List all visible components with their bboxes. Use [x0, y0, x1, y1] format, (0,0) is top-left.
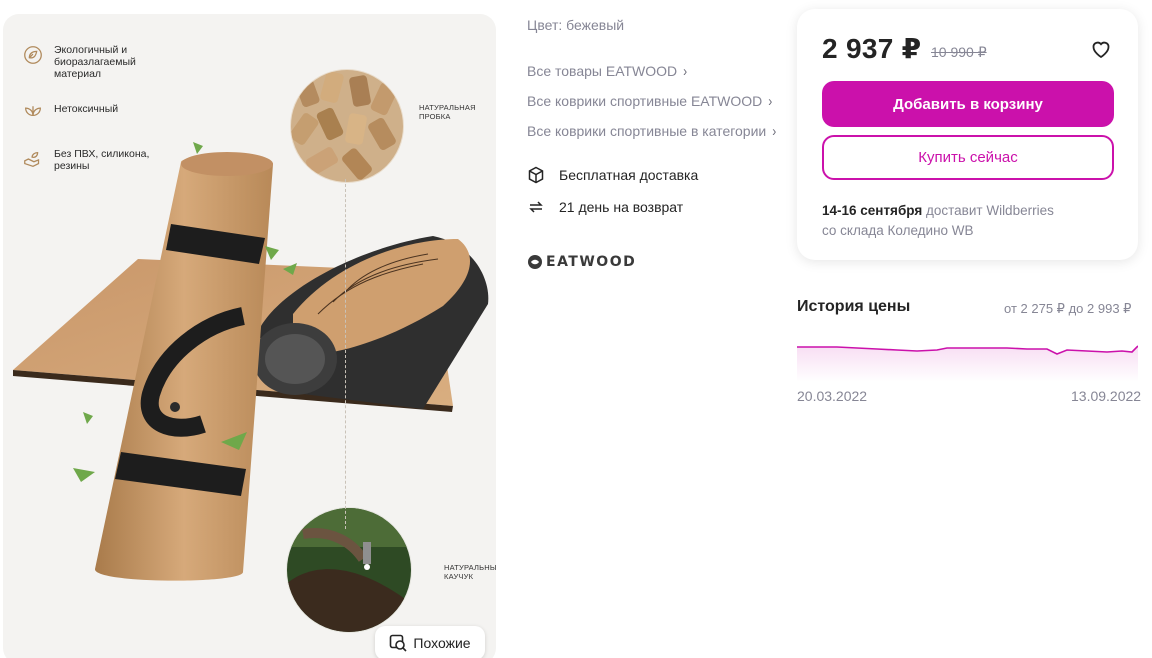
similar-label: Похожие — [413, 635, 471, 651]
perk-return: 21 день на возврат — [527, 198, 683, 216]
divider-guide — [345, 179, 346, 529]
similar-button[interactable]: Похожие — [375, 626, 485, 658]
product-image[interactable]: Экологичный и биоразлагаемый материал Не… — [3, 14, 496, 658]
price-history-start-date: 20.03.2022 — [797, 388, 868, 404]
chevron-right-icon: › — [683, 62, 688, 80]
price-card: 2 937 ₽ 10 990 ₽ Добавить в корзину Купи… — [797, 9, 1138, 260]
price-history-title: История цены — [797, 298, 911, 315]
perk-text: Бесплатная доставка — [559, 167, 699, 183]
link-category-mats[interactable]: Все коврики спортивные в категории › — [527, 122, 777, 140]
delivery-by: доставит Wildberries — [926, 203, 1054, 218]
perk-text: 21 день на возврат — [559, 199, 684, 215]
range-from-value: 2 275 ₽ — [1020, 301, 1065, 316]
price-history-chart[interactable] — [797, 332, 1138, 382]
heart-icon[interactable] — [1089, 37, 1113, 61]
current-price: 2 937 ₽ — [822, 33, 922, 64]
return-arrows-icon — [529, 201, 543, 213]
color-info: Цвет: бежевый — [527, 17, 624, 33]
delivery-warehouse: со склада Коледино WB — [822, 223, 974, 238]
brand-logo-icon — [528, 255, 542, 269]
delivery-info: 14-16 сентября доставит Wildberries со с… — [822, 201, 1112, 241]
callout-cork: НАТУРАЛЬНАЯ ПРОБКА — [419, 103, 476, 121]
brand-logo-text: EATWOOD — [546, 254, 637, 270]
range-to-label: до — [1068, 301, 1084, 316]
link-label: Все коврики спортивные в категории — [527, 123, 767, 139]
brand-logo[interactable]: EATWOOD — [527, 254, 636, 270]
price-history-range: от 2 275 ₽ до 2 993 ₽ — [1004, 301, 1131, 317]
delivery-date: 14-16 сентября — [822, 203, 923, 218]
old-price: 10 990 ₽ — [931, 44, 987, 60]
link-label: Все коврики спортивные EATWOOD — [527, 93, 763, 109]
link-brand-mats[interactable]: Все коврики спортивные EATWOOD › — [527, 92, 773, 110]
range-from-label: от — [1004, 301, 1017, 316]
range-to-value: 2 993 ₽ — [1087, 301, 1132, 316]
chevron-right-icon: › — [768, 92, 773, 110]
link-all-brand-products[interactable]: Все товары EATWOOD › — [527, 62, 688, 80]
callout-rubber: НАТУРАЛЬНЫЙ КАУЧУК — [444, 563, 496, 581]
add-to-cart-button[interactable]: Добавить в корзину — [822, 81, 1114, 127]
color-label: Цвет: — [527, 17, 563, 33]
buy-now-button[interactable]: Купить сейчас — [822, 135, 1114, 180]
image-search-icon — [390, 634, 407, 652]
box-icon — [528, 166, 544, 184]
price-history-end-date: 13.09.2022 — [1071, 388, 1142, 404]
link-label: Все товары EATWOOD — [527, 63, 678, 79]
chevron-right-icon: › — [772, 122, 777, 140]
perk-free-delivery: Бесплатная доставка — [527, 166, 698, 184]
color-value: бежевый — [566, 17, 625, 33]
